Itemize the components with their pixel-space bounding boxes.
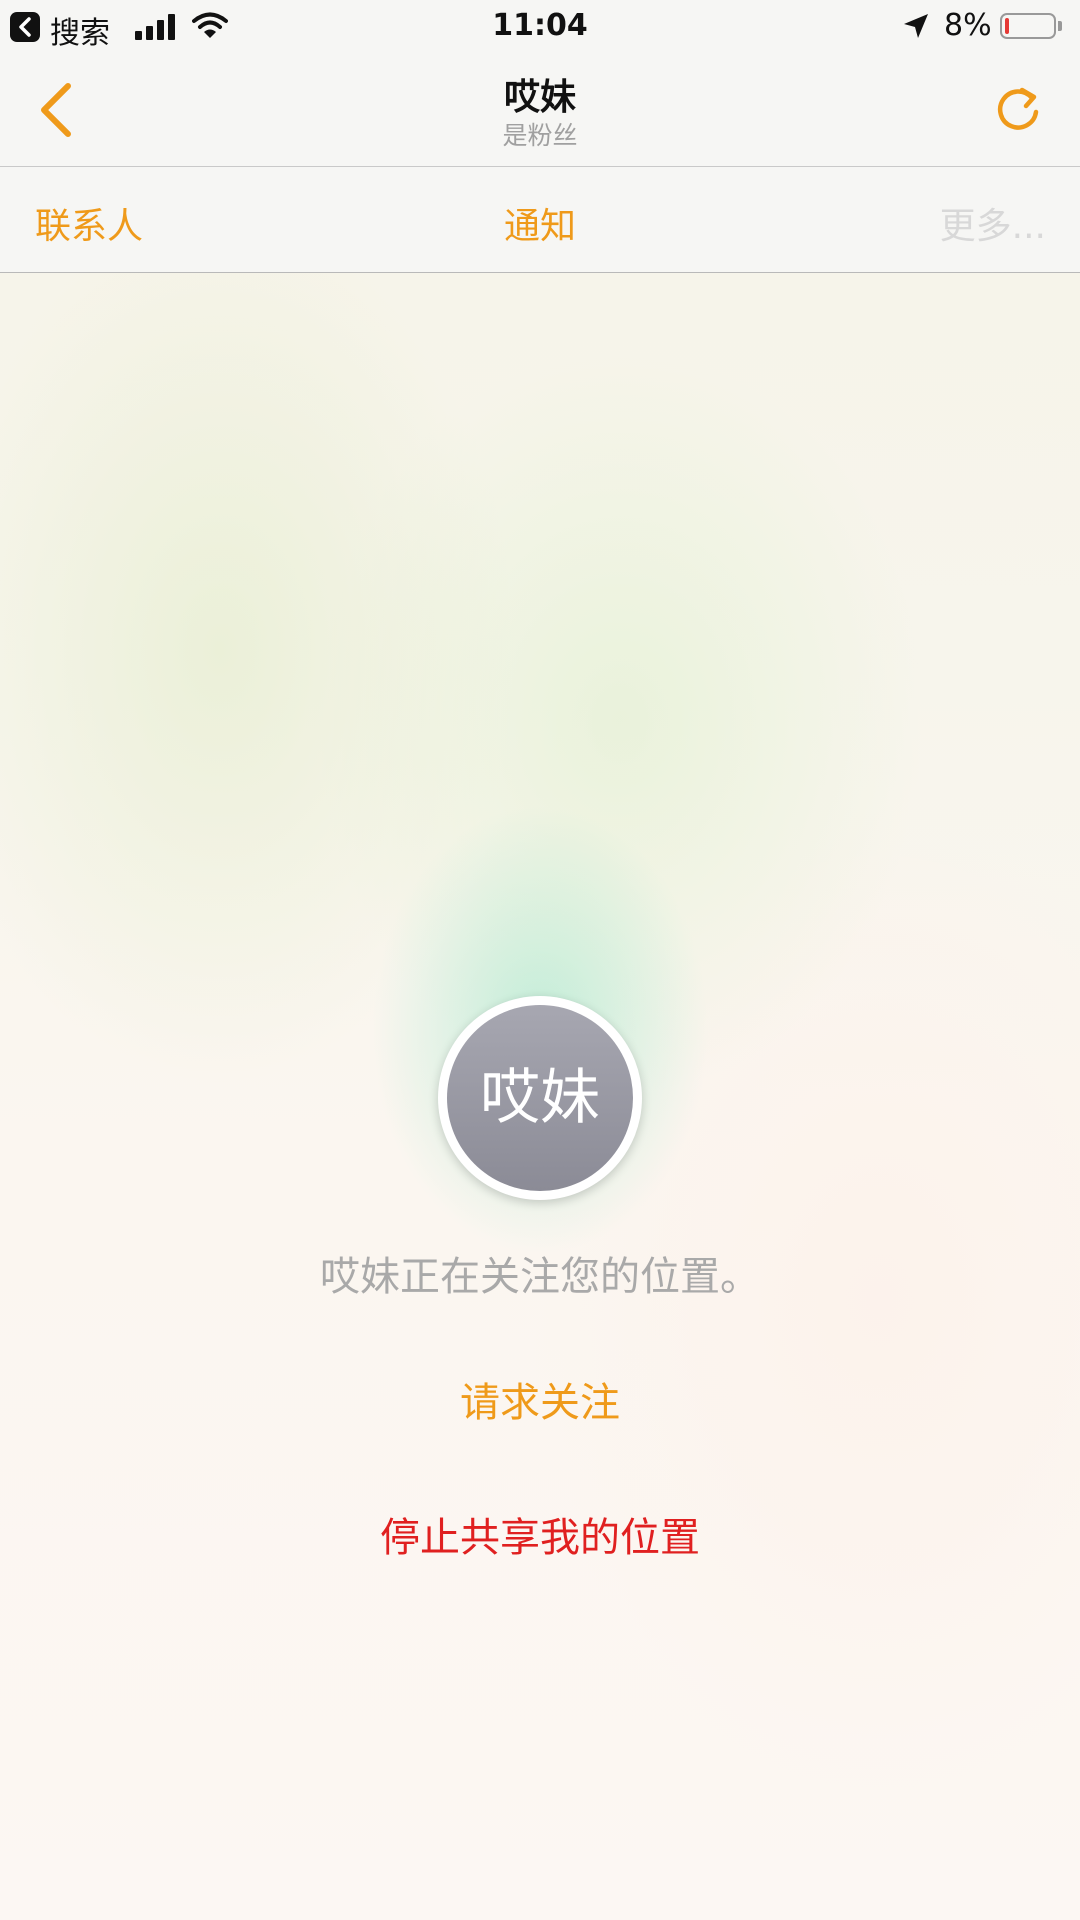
location-arrow-icon — [904, 14, 928, 38]
tab-more[interactable]: 更多... — [940, 197, 1046, 249]
blurred-background — [0, 0, 1080, 1920]
battery-percent: 8% — [944, 8, 992, 43]
avatar: 哎妹 — [438, 996, 642, 1200]
page-title: 哎妹 — [503, 77, 576, 118]
tab-notifications[interactable]: 通知 — [0, 197, 1080, 249]
stop-sharing-button[interactable]: 停止共享我的位置 — [0, 1505, 1080, 1563]
status-bar: 搜索 11:04 8% — [0, 0, 1080, 56]
follow-status-text: 哎妹正在关注您的位置。 — [320, 1254, 760, 1300]
battery-level-fill — [1005, 18, 1009, 34]
avatar-initials: 哎妹 — [447, 1005, 633, 1191]
battery-icon — [1000, 13, 1056, 39]
tab-bar: 联系人 通知 更多... — [0, 167, 1080, 273]
battery-cap — [1058, 21, 1062, 31]
navigation-bar: 哎妹 是粉丝 — [0, 56, 1080, 167]
request-follow-button[interactable]: 请求关注 — [0, 1370, 1080, 1428]
page-subtitle: 是粉丝 — [502, 121, 578, 150]
refresh-icon[interactable] — [992, 84, 1044, 136]
